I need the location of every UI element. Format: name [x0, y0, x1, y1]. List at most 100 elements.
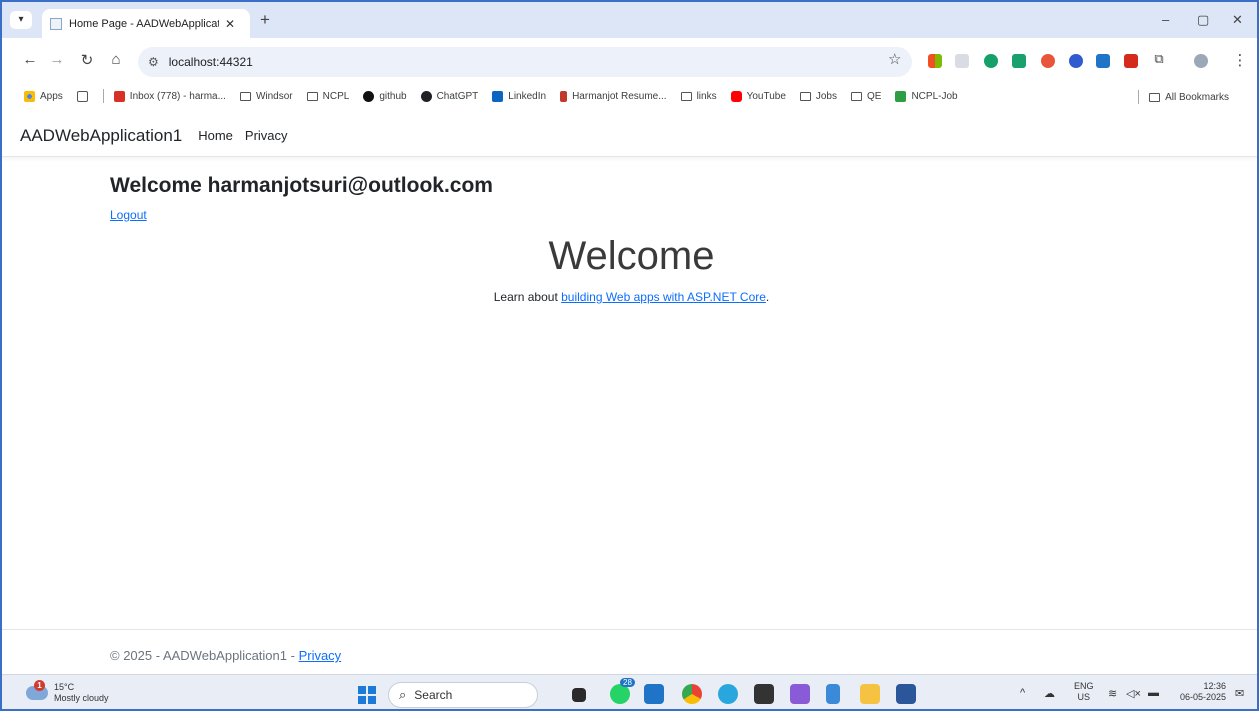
bookmark-chatgpt[interactable]: ChatGPT	[420, 90, 479, 102]
learn-about-text: Learn about building Web apps with ASP.N…	[2, 290, 1257, 304]
bookmark-label: github	[379, 90, 407, 102]
whatsapp-badge: 28	[620, 678, 635, 687]
folder-icon	[306, 91, 318, 101]
pdf-extension-icon[interactable]	[1124, 54, 1138, 68]
address-bar[interactable]: ⚙ localhost:44321	[138, 47, 912, 77]
extension-icon[interactable]	[955, 54, 969, 68]
site-info-icon[interactable]: ⚙	[148, 55, 159, 69]
bookmark-label: ChatGPT	[436, 90, 479, 102]
wifi-icon[interactable]: ≋	[1108, 687, 1117, 700]
chatgpt-icon	[420, 90, 432, 102]
weather-description: Mostly cloudy	[54, 693, 109, 703]
weather-widget[interactable]: 1 15°C Mostly cloudy	[26, 680, 109, 704]
url-text: localhost:44321	[168, 55, 253, 69]
bookmark-label: NCPL	[322, 90, 350, 102]
aspnet-docs-link[interactable]: building Web apps with ASP.NET Core	[561, 290, 766, 304]
close-window-button[interactable]: ✕	[1232, 12, 1243, 28]
system-clock[interactable]: 12:36 06-05-2025	[1170, 681, 1226, 703]
bookmark-label: QE	[867, 90, 882, 102]
windows-start-icon[interactable]	[358, 686, 376, 704]
bookmark-divider	[1138, 90, 1140, 104]
bookmark-resume[interactable]: Harmanjot Resume...	[560, 90, 667, 102]
profile-avatar-icon[interactable]	[1194, 54, 1208, 68]
notepad-icon[interactable]	[826, 684, 840, 704]
reload-icon[interactable]: ↻	[77, 51, 97, 69]
task-view-icon[interactable]	[572, 688, 586, 702]
bookmark-github[interactable]: github	[363, 90, 407, 102]
bookmark-label: Harmanjot Resume...	[572, 90, 667, 102]
word-icon[interactable]	[896, 684, 916, 704]
grammarly-extension-icon[interactable]	[984, 54, 998, 68]
folder-icon	[851, 91, 862, 101]
bookmark-ncpl-job[interactable]: NCPL-Job	[895, 90, 958, 102]
taskbar-search-box[interactable]: ⌕ Search	[388, 682, 538, 708]
all-bookmarks-button[interactable]: All Bookmarks	[1138, 90, 1243, 104]
forward-icon[interactable]: →	[47, 51, 67, 68]
bookmark-label: links	[696, 90, 717, 102]
search-icon: ⌕	[399, 687, 407, 702]
bookmark-windsor[interactable]: Windsor	[239, 91, 293, 102]
folder-icon	[1149, 92, 1161, 102]
tab-close-icon[interactable]: ✕	[225, 17, 235, 31]
bookmark-inbox[interactable]: Inbox (778) - harma...	[113, 90, 226, 102]
back-icon[interactable]: ←	[20, 51, 40, 68]
browser-tab[interactable]: Home Page - AADWebApplicati ✕	[42, 9, 250, 38]
battery-icon[interactable]: ▬	[1148, 687, 1159, 699]
learn-suffix: .	[765, 290, 770, 304]
file-explorer-icon[interactable]	[860, 684, 880, 704]
chrome-icon[interactable]	[682, 684, 702, 704]
bookmark-tab-groups[interactable]	[76, 90, 93, 102]
microsoft-extension-icon[interactable]	[928, 54, 942, 68]
ncpl-icon	[895, 90, 907, 102]
language-indicator[interactable]: ENG US	[1074, 681, 1094, 703]
tray-overflow-icon[interactable]: ^	[1020, 687, 1025, 699]
new-tab-button[interactable]: +	[260, 10, 270, 30]
bookmark-apps[interactable]: Apps	[24, 90, 63, 102]
bookmark-qe[interactable]: QE	[851, 91, 881, 102]
search-placeholder: Search	[414, 688, 453, 702]
colorful-extension-icon[interactable]	[1041, 54, 1055, 68]
lang-region: US	[1077, 692, 1091, 702]
resume-icon	[560, 90, 568, 102]
bookmark-jobs[interactable]: Jobs	[799, 91, 837, 102]
lang-code: ENG	[1074, 681, 1094, 691]
bookmark-ncpl[interactable]: NCPL	[306, 90, 350, 102]
bookmarks-bar: Apps Inbox (778) - harma... Windsor NCPL…	[2, 84, 1257, 108]
bookmark-links[interactable]: links	[680, 90, 717, 102]
footer-text: © 2025 - AADWebApplication1 - Privacy	[110, 648, 341, 663]
notification-icon[interactable]: ✉	[1235, 687, 1244, 700]
onedrive-icon[interactable]: ☁	[1044, 687, 1055, 700]
browser-toolbar: ← → ↻ ⌂ ⚙ localhost:44321 ☆ ⧉ ⋮	[2, 38, 1257, 88]
app-brand-link[interactable]: AADWebApplication1	[20, 126, 182, 146]
weather-temperature: 15°C	[54, 682, 75, 692]
printer-extension-icon[interactable]	[1012, 54, 1026, 68]
welcome-heading: Welcome	[548, 234, 715, 278]
bookmark-label: YouTube	[746, 90, 786, 102]
info-extension-icon[interactable]	[1096, 54, 1110, 68]
bookmark-label: NCPL-Job	[911, 90, 958, 102]
footer-privacy-link[interactable]: Privacy	[299, 648, 342, 663]
restore-button[interactable]: ▢	[1197, 12, 1209, 28]
folder-icon	[799, 91, 811, 101]
logout-link[interactable]: Logout	[110, 208, 147, 222]
more-menu-icon[interactable]: ⋮	[1230, 51, 1250, 69]
welcome-user-heading: Welcome harmanjotsuri@outlook.com	[110, 174, 493, 197]
home-icon[interactable]: ⌂	[106, 51, 126, 68]
bookmark-linkedin[interactable]: LinkedIn	[492, 90, 546, 102]
bookmark-star-icon[interactable]: ☆	[888, 50, 901, 68]
sticky-app-icon[interactable]	[754, 684, 774, 704]
nav-privacy-link[interactable]: Privacy	[245, 128, 288, 143]
telegram-icon[interactable]	[718, 684, 738, 704]
extensions-puzzle-icon[interactable]: ⧉	[1149, 51, 1169, 67]
folder-icon	[239, 91, 251, 101]
visual-studio-icon[interactable]	[790, 684, 810, 704]
bookmark-youtube[interactable]: YouTube	[730, 90, 786, 102]
outlook-icon[interactable]	[644, 684, 664, 704]
whatsapp-icon[interactable]: 28	[610, 678, 635, 704]
github-icon	[363, 90, 375, 102]
nav-home-link[interactable]: Home	[198, 128, 233, 143]
blue-extension-icon[interactable]	[1069, 54, 1083, 68]
tab-search-button[interactable]: ▾	[10, 11, 32, 29]
minimize-button[interactable]: –	[1162, 12, 1169, 27]
volume-muted-icon[interactable]: ◁×	[1126, 687, 1141, 700]
